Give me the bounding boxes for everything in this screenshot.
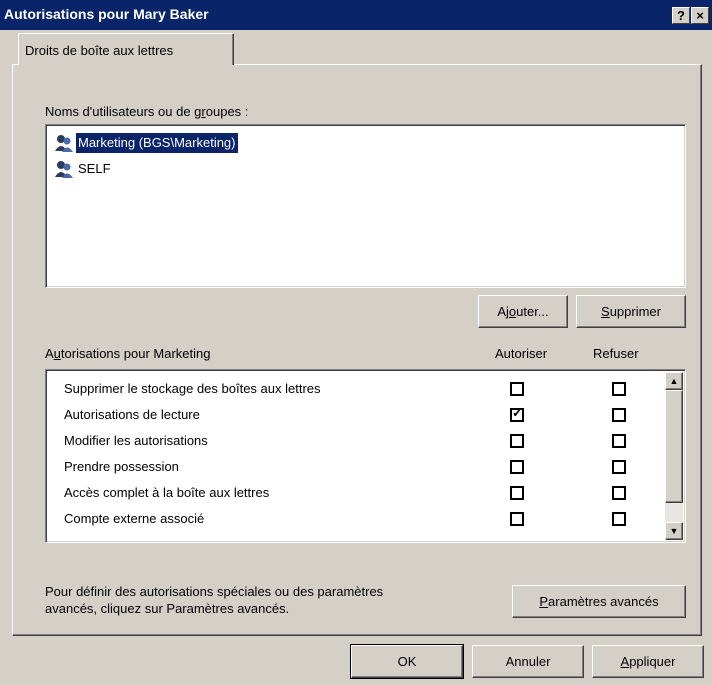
allow-checkbox[interactable] bbox=[510, 382, 524, 396]
permission-label: Prendre possession bbox=[64, 459, 179, 474]
users-listbox[interactable]: Marketing (BGS\Marketing) SELF bbox=[45, 124, 686, 288]
user-list-label: SELF bbox=[78, 161, 111, 176]
apply-button[interactable]: Appliquer bbox=[592, 645, 704, 678]
tab-label: Droits de boîte aux lettres bbox=[25, 43, 174, 58]
deny-checkbox[interactable] bbox=[612, 408, 626, 422]
close-button[interactable]: × bbox=[691, 7, 709, 24]
ok-button[interactable]: OK bbox=[350, 644, 464, 679]
allow-checkbox[interactable] bbox=[510, 512, 524, 526]
window-title: Autorisations pour Mary Baker bbox=[4, 6, 209, 22]
cancel-button[interactable]: Annuler bbox=[472, 645, 584, 678]
advanced-settings-button[interactable]: Paramètres avancés bbox=[512, 585, 686, 618]
scroll-up-button[interactable]: ▲ bbox=[665, 372, 683, 390]
title-bar: Autorisations pour Mary Baker ? × bbox=[0, 0, 712, 30]
deny-checkbox[interactable] bbox=[612, 460, 626, 474]
group-icon bbox=[54, 134, 74, 152]
permissions-dialog: Autorisations pour Mary Baker ? × Droits… bbox=[0, 0, 712, 685]
checkmark-icon: ✓ bbox=[512, 405, 523, 420]
deny-checkbox[interactable] bbox=[612, 486, 626, 500]
remove-button[interactable]: Supprimer bbox=[576, 295, 686, 328]
allow-column-header: Autoriser bbox=[495, 346, 548, 361]
deny-checkbox[interactable] bbox=[612, 434, 626, 448]
advanced-settings-label: Paramètres avancés bbox=[539, 594, 659, 609]
permissions-list: Supprimer le stockage des boîtes aux let… bbox=[45, 369, 686, 543]
deny-checkbox[interactable] bbox=[612, 382, 626, 396]
allow-checkbox[interactable] bbox=[510, 434, 524, 448]
permission-label: Autorisations de lecture bbox=[64, 407, 200, 422]
allow-checkbox[interactable]: ✓ bbox=[510, 405, 524, 422]
allow-checkbox[interactable] bbox=[510, 460, 524, 474]
deny-column-header: Refuser bbox=[593, 346, 639, 361]
permission-label: Accès complet à la boîte aux lettres bbox=[64, 485, 270, 500]
apply-button-label: Appliquer bbox=[620, 654, 676, 669]
scroll-thumb[interactable] bbox=[665, 390, 683, 503]
group-icon bbox=[54, 160, 74, 178]
allow-checkbox[interactable] bbox=[510, 486, 524, 500]
help-button[interactable]: ? bbox=[672, 7, 690, 24]
users-label: Noms d'utilisateurs ou de groupes : bbox=[45, 104, 249, 119]
tab-mailbox-rights[interactable]: Droits de boîte aux lettres bbox=[18, 33, 234, 65]
advanced-help-text-line1: Pour définir des autorisations spéciales… bbox=[45, 584, 384, 599]
permission-label: Compte externe associé bbox=[64, 511, 205, 526]
advanced-help-text-line2: avancés, cliquez sur Paramètres avancés. bbox=[45, 601, 290, 616]
user-list-label: Marketing (BGS\Marketing) bbox=[76, 133, 238, 153]
permission-label: Modifier les autorisations bbox=[64, 433, 208, 448]
permissions-scrollbar[interactable]: ▲ ▼ bbox=[665, 372, 683, 540]
remove-button-label: Supprimer bbox=[601, 304, 661, 319]
permission-label: Supprimer le stockage des boîtes aux let… bbox=[64, 381, 321, 396]
deny-checkbox[interactable] bbox=[612, 512, 626, 526]
add-button[interactable]: Ajouter... bbox=[478, 295, 568, 328]
permissions-label: Autorisations pour Marketing bbox=[45, 346, 211, 361]
add-button-label: Ajouter... bbox=[497, 304, 549, 319]
scroll-down-button[interactable]: ▼ bbox=[665, 522, 683, 540]
